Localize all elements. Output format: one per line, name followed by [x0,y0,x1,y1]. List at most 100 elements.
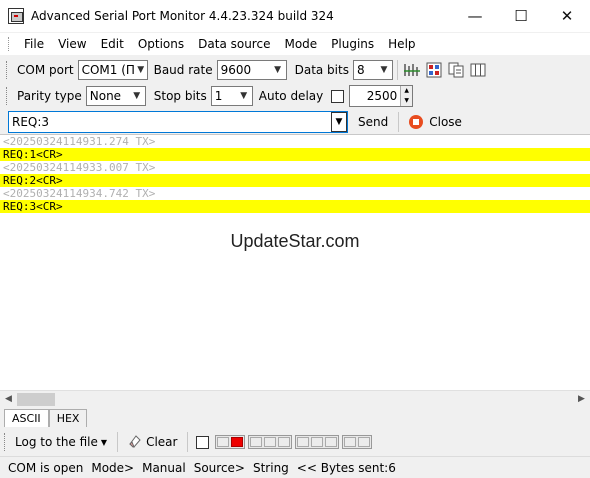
send-label: Send [358,115,389,129]
signal-indicator-3 [342,435,373,449]
menu-bar: File View Edit Options Data source Mode … [0,33,590,55]
maximize-button[interactable]: ☐ [498,0,544,32]
data-bits-select[interactable]: 8 ▼ [352,60,393,80]
stop-icon [409,115,424,129]
copy-pages-icon[interactable] [446,60,466,80]
toolbar-grip [6,87,9,105]
menu-edit[interactable]: Edit [94,37,131,51]
signal-lines-icon[interactable] [402,60,422,80]
auto-delay-label: Auto delay [258,89,324,103]
com-port-label: COM port [17,63,74,77]
output-line-timestamp: <20250324114933.007 TX> [3,161,156,174]
baud-rate-label: Baud rate [153,63,213,77]
chevron-down-icon[interactable]: ▼ [331,112,347,132]
tx-indicator [215,435,246,449]
menu-options[interactable]: Options [131,37,191,51]
log-label: Log to the file [15,435,98,449]
menu-view[interactable]: View [51,37,93,51]
led-segment [358,437,371,447]
line-settings-toolbar: Parity type None ▼ Stop bits 1 ▼ Auto de… [0,82,590,110]
bottom-checkbox[interactable] [196,435,210,449]
led-segment [344,437,357,447]
delay-spinner[interactable]: 2500 ▲ ▼ [349,85,414,107]
port-status: COM is open [8,460,84,475]
stop-bits-value: 1 [214,89,223,103]
menu-plugins[interactable]: Plugins [324,37,381,51]
minimize-button[interactable]: — [452,0,498,32]
output-line-data: REQ:2<CR> [0,174,590,187]
request-input[interactable]: REQ:3 ▼ [8,111,348,133]
scroll-left-icon[interactable]: ◀ [0,391,17,408]
parity-value: None [89,89,122,103]
send-button[interactable]: Send [352,111,394,133]
data-bits-label: Data bits [294,63,349,77]
app-icon [8,8,24,24]
output-line-data: REQ:1<CR> [0,148,590,161]
close-window-button[interactable]: ✕ [544,0,590,32]
toolbar-grip [4,433,7,451]
port-settings-toolbar: COM port COM1 (П ▼ Baud rate 9600 ▼ Data… [0,56,590,84]
title-bar: Advanced Serial Port Monitor 4.4.23.324 … [0,0,590,32]
com-port-value: COM1 (П [81,63,135,77]
window-title: Advanced Serial Port Monitor 4.4.23.324 … [31,9,334,23]
data-bits-value: 8 [356,63,365,77]
output-line-timestamp: <20250324114934.742 TX> [3,187,156,200]
output-pane[interactable]: <20250324114931.274 TX> REQ:1<CR> <20250… [0,134,590,390]
led-segment [264,437,277,447]
stop-bits-select[interactable]: 1 ▼ [210,86,253,106]
scroll-thumb[interactable] [17,392,55,406]
request-value: REQ:3 [12,115,50,129]
baud-rate-value: 9600 [220,63,252,77]
parity-select[interactable]: None ▼ [85,86,146,106]
eraser-icon [128,434,142,451]
horizontal-scrollbar[interactable]: ◀ ▶ [0,390,590,407]
spinner-arrows-icon[interactable]: ▲ ▼ [400,86,413,106]
signal-indicator-1 [248,435,293,449]
menu-data-source[interactable]: Data source [191,37,277,51]
mode-value: Manual [142,460,186,475]
baud-rate-select[interactable]: 9600 ▼ [216,60,287,80]
led-segment [250,437,263,447]
tab-hex[interactable]: HEX [48,409,88,427]
clear-button[interactable]: Clear [122,431,183,453]
output-line-timestamp: <20250324114931.274 TX> [3,135,156,148]
port-grid-icon[interactable] [424,60,444,80]
clear-label: Clear [146,435,178,449]
menu-help[interactable]: Help [381,37,422,51]
toolbar-grip [6,61,9,79]
parity-label: Parity type [17,89,82,103]
led-segment [297,437,310,447]
menu-file[interactable]: File [17,37,51,51]
auto-delay-checkbox[interactable] [331,89,345,103]
watermark-text: UpdateStar.com [230,231,360,251]
status-bar: COM is open Mode> Manual Source> String … [0,456,590,478]
output-line-data: REQ:3<CR> [0,200,590,213]
delay-value: 2500 [366,89,398,103]
signal-indicator-2 [295,435,340,449]
mode-label: Mode> [91,460,135,475]
tab-ascii[interactable]: ASCII [4,409,49,427]
scroll-right-icon[interactable]: ▶ [573,391,590,408]
toolbar-separator [398,112,400,132]
menu-grip [8,37,11,51]
bytes-sent: << Bytes sent:6 [296,460,396,475]
led-segment [311,437,324,447]
log-to-file-button[interactable]: Log to the file ▼ [11,431,113,453]
close-port-button[interactable]: Close [403,111,468,133]
window-controls: — ☐ ✕ [452,0,590,32]
chevron-down-icon: ▼ [137,65,145,75]
bottom-toolbar: Log to the file ▼ Clear [0,429,590,455]
menu-mode[interactable]: Mode [277,37,324,51]
chevron-down-icon: ▼ [274,65,282,75]
toolbar-separator [396,60,398,80]
led-segment-active [231,437,244,447]
chevron-down-icon: ▼ [133,91,141,101]
chevron-down-icon: ▼ [380,65,388,75]
columns-icon[interactable] [468,60,488,80]
stop-bits-label: Stop bits [153,89,207,103]
source-label: Source> [193,460,245,475]
led-segment [217,437,230,447]
com-port-select[interactable]: COM1 (П ▼ [77,60,148,80]
toolbar-separator [117,432,119,452]
send-toolbar: REQ:3 ▼ Send Close [0,108,590,136]
